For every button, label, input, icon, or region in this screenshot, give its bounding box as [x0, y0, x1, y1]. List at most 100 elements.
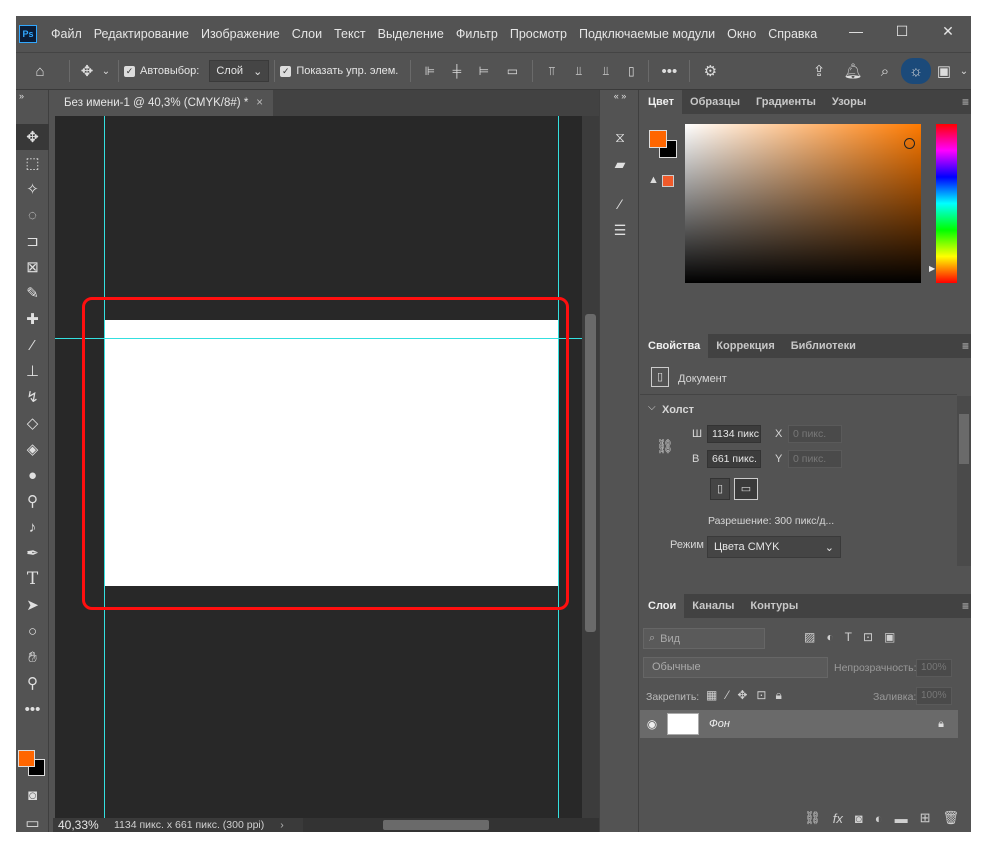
more-tools-icon[interactable]: •••	[16, 696, 49, 722]
color-picker-marker[interactable]	[904, 138, 915, 149]
panel-menu-icon[interactable]: ≡	[962, 594, 969, 618]
color-picker-field[interactable]	[685, 124, 921, 283]
lock-paint-icon[interactable]: ⁄	[726, 688, 728, 703]
menu-type[interactable]: Текст	[328, 27, 371, 41]
type-tool-icon[interactable]: T	[16, 566, 49, 592]
smart-object-filter-icon[interactable]: ▣	[884, 630, 895, 644]
quick-select-tool-icon[interactable]: ◌	[16, 202, 49, 228]
hue-slider-handle-icon[interactable]: ▶	[929, 264, 935, 273]
bell-icon[interactable]: 🔔︎	[837, 53, 869, 89]
mode-dropdown[interactable]: Цвета CMYK ⌄	[707, 536, 841, 558]
chevron-right-icon[interactable]: ›	[280, 819, 284, 831]
adjustment-filter-icon[interactable]: ◐	[826, 630, 833, 644]
chevron-down-icon[interactable]: ⌄	[957, 53, 971, 89]
fill-field[interactable]: 100%	[916, 687, 952, 705]
align-top-icon[interactable]: ⫪	[538, 53, 565, 89]
new-adjustment-icon[interactable]: ◐	[875, 811, 883, 826]
lock-position-icon[interactable]: ✥	[737, 688, 747, 703]
autoselect-checkbox[interactable]: ✓	[124, 65, 135, 77]
properties-scrollbar[interactable]	[957, 396, 971, 566]
workspace-icon[interactable]: ▣	[931, 53, 957, 89]
eyedropper-tool-icon[interactable]: ✎	[16, 280, 49, 306]
scrollbar-thumb[interactable]	[959, 414, 969, 464]
layer-filter-search[interactable]: ⌕ Вид	[643, 628, 765, 649]
close-icon[interactable]: ×	[256, 97, 263, 109]
pen-tool-icon[interactable]: ✒	[16, 540, 49, 566]
distribute-v-icon[interactable]: ▯	[619, 53, 643, 89]
shape-filter-icon[interactable]: ⊡	[863, 630, 873, 644]
panel-menu-icon[interactable]: ≡	[962, 90, 969, 114]
vertical-scrollbar[interactable]	[582, 116, 599, 818]
quick-mask-icon[interactable]: ◙	[16, 782, 49, 808]
type-filter-icon[interactable]: T	[845, 630, 852, 644]
chevron-down-icon[interactable]: ⌄	[99, 53, 113, 89]
brush-tool-icon[interactable]: ⁄	[16, 332, 49, 358]
menu-plugins[interactable]: Подключаемые модули	[573, 27, 721, 41]
y-field[interactable]: 0 пикс.	[788, 450, 842, 468]
hand-tool-icon[interactable]: ✋︎	[16, 644, 49, 670]
portrait-orientation-icon[interactable]: ▯	[710, 478, 730, 500]
tab-properties[interactable]: Свойства	[640, 334, 709, 358]
panel-menu-icon[interactable]: ≡	[962, 334, 969, 358]
tab-channels[interactable]: Каналы	[684, 594, 742, 618]
adjust-brush-icon[interactable]: ☰	[600, 217, 640, 244]
show-transform-checkbox[interactable]: ✓	[280, 65, 292, 77]
autoselect-dropdown[interactable]: Слой ⌄	[209, 60, 270, 82]
tab-layers[interactable]: Слои	[640, 594, 685, 618]
zoom-tool-icon[interactable]: ⚲	[16, 670, 49, 696]
healing-brush-tool-icon[interactable]: ✚	[16, 306, 49, 332]
menu-view[interactable]: Просмотр	[504, 27, 573, 41]
layer-name[interactable]: Фон	[709, 718, 730, 730]
align-bottom-icon[interactable]: ⫫	[592, 53, 619, 89]
align-middle-icon[interactable]: ⫫	[565, 53, 592, 89]
eye-icon[interactable]: ◉	[640, 717, 664, 731]
link-icon[interactable]: ⛓	[656, 438, 674, 455]
canvas-area[interactable]	[55, 116, 582, 818]
lasso-tool-icon[interactable]: ✧	[16, 176, 49, 202]
lock-icon[interactable]: 🔒︎	[938, 718, 944, 731]
align-right-icon[interactable]: ⊨	[470, 53, 497, 89]
menu-edit[interactable]: Редактирование	[88, 27, 195, 41]
path-select-tool-icon[interactable]: ➤	[16, 592, 49, 618]
home-icon[interactable]: ⌂	[16, 53, 64, 89]
screen-mode-icon[interactable]: ▭	[16, 810, 49, 832]
gear-icon[interactable]: ⚙	[695, 53, 725, 89]
add-mask-icon[interactable]: ◙	[855, 811, 863, 826]
distribute-h-icon[interactable]: ▭	[497, 53, 527, 89]
tab-color[interactable]: Цвет	[640, 90, 683, 114]
history-icon[interactable]: ⧖	[600, 124, 640, 151]
link-layers-icon[interactable]: ⛓	[804, 810, 821, 826]
lock-all-icon[interactable]: 🔒︎	[775, 688, 781, 703]
tab-gradients[interactable]: Градиенты	[748, 90, 824, 114]
paint-bucket-tool-icon[interactable]: ◈	[16, 436, 49, 462]
more-options-icon[interactable]: •••	[654, 53, 684, 89]
lock-artboard-icon[interactable]: ⊡	[756, 688, 766, 703]
x-field[interactable]: 0 пикс.	[788, 425, 842, 443]
history-brush-tool-icon[interactable]: ↯	[16, 384, 49, 410]
tab-swatches[interactable]: Образцы	[682, 90, 748, 114]
lock-pixels-icon[interactable]: ▦	[706, 688, 717, 703]
hue-slider[interactable]	[936, 124, 957, 283]
width-field[interactable]: 1134 пикс	[707, 425, 761, 443]
image-filter-icon[interactable]: ▨	[804, 630, 815, 644]
menu-image[interactable]: Изображение	[195, 27, 286, 41]
minimize-button[interactable]: —	[833, 16, 879, 46]
gamut-color-swatch[interactable]	[662, 175, 674, 187]
horizontal-scrollbar[interactable]	[303, 818, 599, 832]
fx-icon[interactable]: fx	[833, 811, 843, 826]
eraser-tool-icon[interactable]: ◇	[16, 410, 49, 436]
collapse-icon[interactable]: « »	[600, 90, 640, 102]
share-icon[interactable]: ⇪	[801, 53, 837, 89]
blur-tool-icon[interactable]: ●	[16, 462, 49, 488]
move-tool-icon[interactable]: ✥	[75, 53, 99, 89]
scrollbar-thumb[interactable]	[585, 314, 596, 632]
burn-tool-icon[interactable]: ♪	[16, 514, 49, 540]
scrollbar-thumb[interactable]	[383, 820, 489, 830]
align-left-icon[interactable]: ⊫	[416, 53, 443, 89]
marquee-tool-icon[interactable]: ⬚	[16, 150, 49, 176]
chevron-down-icon[interactable]: ⌵	[648, 402, 656, 413]
brush-settings-icon[interactable]: ⁄	[600, 190, 640, 217]
document-tab[interactable]: Без имени-1 @ 40,3% (CMYK/8#) * ×	[53, 90, 273, 116]
opacity-field[interactable]: 100%	[916, 659, 952, 677]
menu-select[interactable]: Выделение	[372, 27, 450, 41]
